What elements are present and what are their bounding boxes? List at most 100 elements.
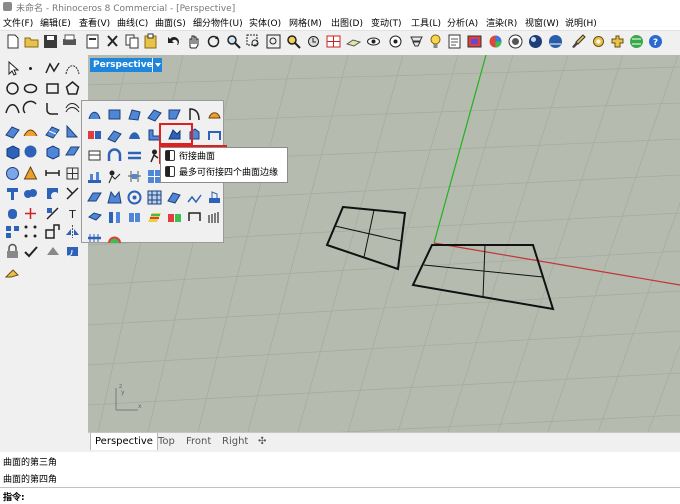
menu-window[interactable]: 视窗(W) — [525, 16, 559, 29]
document-properties-icon[interactable] — [84, 33, 101, 50]
rotate-view-icon[interactable] — [205, 33, 222, 50]
fo-extrude-curve-icon[interactable] — [106, 106, 123, 123]
fo-loft-icon[interactable] — [126, 106, 143, 123]
plane-surface-icon[interactable] — [64, 143, 81, 160]
lock-objects-icon[interactable] — [387, 33, 404, 50]
menu-transform[interactable]: 变动(T) — [371, 16, 402, 29]
add-viewport-tab-icon[interactable]: ✣ — [258, 433, 266, 450]
fo-layer-surface-icon[interactable] — [206, 189, 223, 206]
menu-curve[interactable]: 曲线(C) — [117, 16, 148, 29]
solid-sphere-icon[interactable] — [22, 143, 39, 160]
surface-corner-icon[interactable] — [4, 123, 21, 140]
polyline-icon[interactable] — [44, 60, 61, 77]
fo-sphere-target-icon[interactable] — [126, 189, 143, 206]
extrude-icon[interactable] — [4, 185, 21, 202]
scale-icon[interactable] — [44, 223, 61, 240]
print-icon[interactable] — [61, 33, 78, 50]
menu-solid[interactable]: 实体(O) — [249, 16, 281, 29]
fo-dome-icon[interactable] — [106, 229, 123, 246]
set-cplane-icon[interactable] — [345, 33, 362, 50]
zoom-icon[interactable] — [225, 33, 242, 50]
fo-heightfield-icon[interactable] — [86, 168, 103, 185]
fo-fence-icon[interactable] — [206, 209, 223, 226]
text-object-icon[interactable]: T — [64, 205, 81, 222]
solid-cylinder-icon[interactable] — [4, 205, 21, 222]
network-surface-icon[interactable] — [44, 123, 61, 140]
object-properties-icon[interactable] — [446, 33, 463, 50]
mesh-cone-icon[interactable] — [22, 165, 39, 182]
fo-offset-surface-icon[interactable] — [106, 126, 123, 143]
fo-sweep-icon[interactable] — [86, 106, 103, 123]
select-color-icon[interactable] — [466, 33, 483, 50]
menu-analyze[interactable]: 分析(A) — [447, 16, 478, 29]
fo-point-grid-icon[interactable] — [186, 189, 203, 206]
ellipse-icon[interactable] — [22, 80, 39, 97]
trim-icon[interactable] — [64, 185, 81, 202]
menu-help[interactable]: 说明(H) — [565, 16, 597, 29]
point-icon[interactable] — [22, 60, 39, 77]
viewport-menu-dropdown-icon[interactable] — [152, 58, 162, 72]
fo-drape-icon[interactable] — [106, 168, 123, 185]
check-mark-icon[interactable] — [22, 243, 39, 260]
fo-columns-icon[interactable] — [106, 209, 123, 226]
fo-split-face-icon[interactable] — [126, 209, 143, 226]
fo-blend-surface-icon[interactable] — [86, 126, 103, 143]
fo-blend-edge-icon[interactable] — [166, 209, 183, 226]
four-viewports-icon[interactable] — [325, 33, 342, 50]
save-icon[interactable] — [42, 33, 59, 50]
light-bulb-icon[interactable] — [427, 33, 444, 50]
fo-unroll-icon[interactable] — [86, 147, 103, 164]
rectangle-icon[interactable] — [44, 80, 61, 97]
fo-planar-surface-icon[interactable] — [86, 189, 103, 206]
fillet-edge-icon[interactable] — [64, 243, 81, 260]
dimension-icon[interactable] — [44, 165, 61, 182]
menu-view[interactable]: 查看(V) — [79, 16, 110, 29]
fo-pipe-icon[interactable] — [126, 147, 143, 164]
rendered-sphere-icon[interactable] — [527, 33, 544, 50]
boolean-union-icon[interactable] — [22, 185, 39, 202]
fo-surface-from-curves-icon[interactable] — [146, 106, 163, 123]
render-preview-icon[interactable] — [487, 33, 504, 50]
fo-pipe-array-icon[interactable] — [86, 229, 103, 246]
fo-arch-icon[interactable] — [106, 147, 123, 164]
options-gear-icon[interactable] — [590, 33, 607, 50]
new-document-icon[interactable] — [4, 33, 21, 50]
fo-bridge-icon[interactable] — [206, 126, 223, 143]
rebuild-icon[interactable] — [44, 243, 61, 260]
paste-icon[interactable] — [142, 33, 159, 50]
control-point-curve-icon[interactable] — [64, 60, 81, 77]
menu-render[interactable]: 渲染(R) — [486, 16, 517, 29]
menu-drafting[interactable]: 出图(D) — [331, 16, 363, 29]
arc-icon[interactable] — [22, 100, 39, 117]
fo-rail-revolve-icon[interactable] — [186, 106, 203, 123]
tab-right[interactable]: Right — [222, 433, 248, 450]
fo-extend-surface-icon[interactable] — [126, 126, 143, 143]
menu-mesh[interactable]: 网格(M) — [289, 16, 322, 29]
mesh-sphere-icon[interactable] — [4, 165, 21, 182]
solid-box-edit-icon[interactable] — [44, 143, 61, 160]
offset-curve-icon[interactable] — [64, 100, 81, 117]
fo-patch-icon[interactable] — [206, 106, 223, 123]
cut-icon[interactable] — [104, 33, 121, 50]
boolean-difference-icon[interactable] — [44, 185, 61, 202]
gumball-icon[interactable] — [22, 205, 39, 222]
split-icon[interactable] — [44, 205, 61, 222]
fo-crease-icon[interactable] — [186, 209, 203, 226]
circle-icon[interactable] — [4, 80, 21, 97]
curve-icon[interactable] — [4, 100, 21, 117]
revolve-surface-icon[interactable] — [64, 123, 81, 140]
menu-file[interactable]: 文件(F) — [3, 16, 33, 29]
fillet-curve-icon[interactable] — [44, 100, 61, 117]
mirror-icon[interactable] — [64, 223, 81, 240]
zoom-window-icon[interactable] — [245, 33, 262, 50]
fo-zebra-analysis-icon[interactable] — [146, 209, 163, 226]
menu-tools[interactable]: 工具(L) — [411, 16, 441, 29]
array-icon[interactable] — [4, 223, 21, 240]
lock-icon[interactable] — [4, 243, 21, 260]
viewport-title[interactable]: Perspective — [90, 58, 160, 72]
menu-edit[interactable]: 编辑(E) — [40, 16, 71, 29]
tab-perspective[interactable]: Perspective — [90, 433, 158, 450]
zoom-extents-icon[interactable] — [265, 33, 282, 50]
render-icon[interactable] — [547, 33, 564, 50]
undo-icon[interactable] — [165, 33, 182, 50]
